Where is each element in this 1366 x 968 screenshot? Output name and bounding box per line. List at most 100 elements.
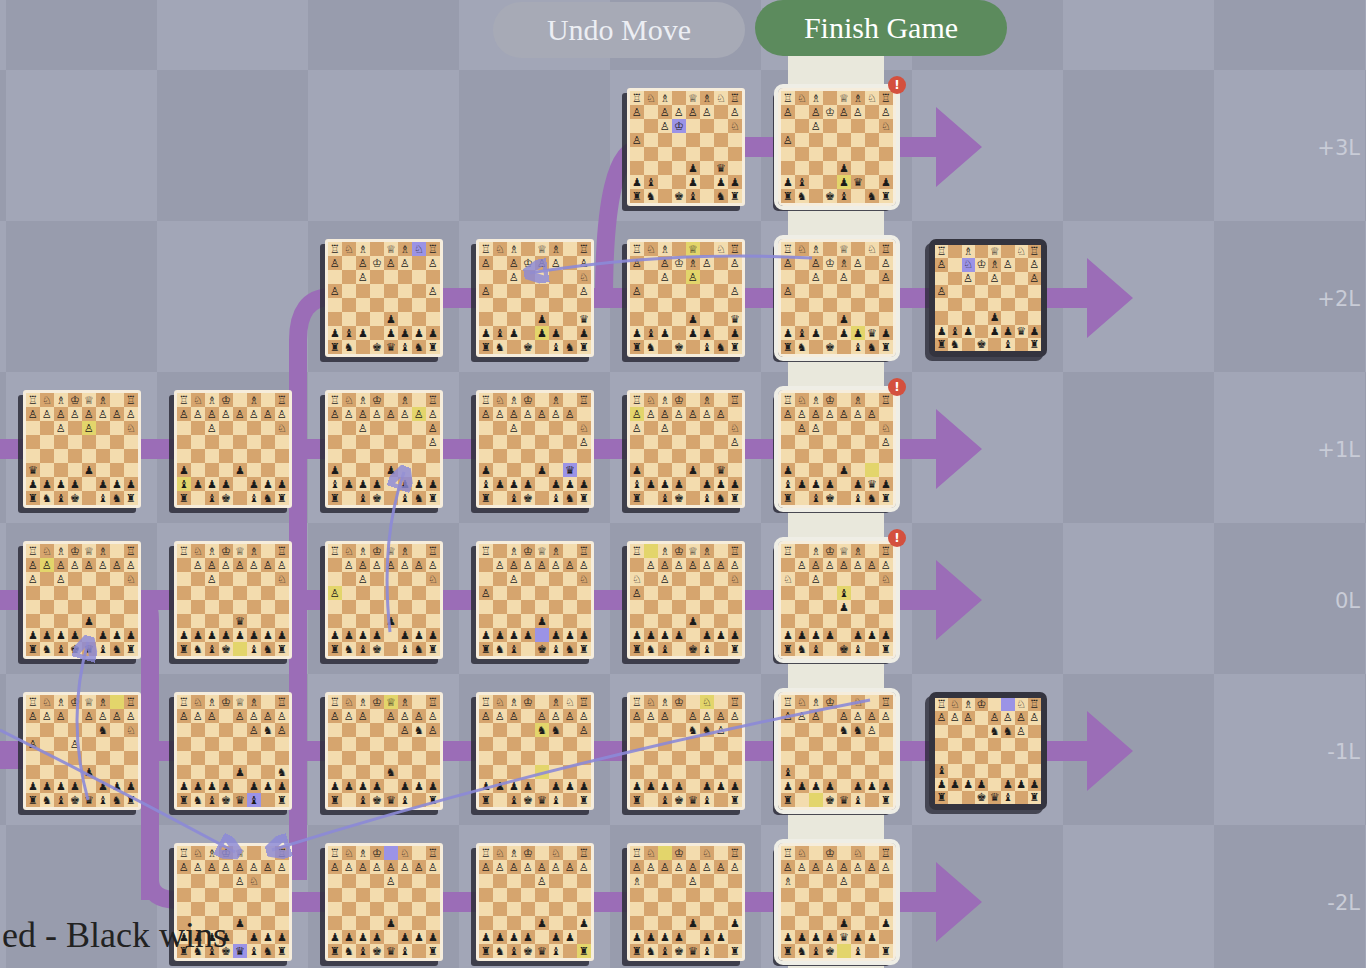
board-square[interactable] <box>342 765 356 779</box>
board-square[interactable] <box>412 888 426 902</box>
board-square[interactable] <box>370 723 384 737</box>
board-square[interactable] <box>823 175 837 189</box>
board-square[interactable] <box>507 874 521 888</box>
board-square[interactable] <box>809 435 823 449</box>
board-square[interactable] <box>205 600 219 614</box>
board-square[interactable] <box>493 270 507 284</box>
board-square[interactable]: ♙ <box>851 709 865 723</box>
board-square[interactable] <box>535 628 549 642</box>
board-square[interactable] <box>879 407 893 421</box>
board-square[interactable] <box>233 723 247 737</box>
board-square[interactable]: ♟ <box>630 628 644 642</box>
board-square[interactable] <box>823 298 837 312</box>
board-square[interactable] <box>948 791 961 804</box>
board-square[interactable]: ♘ <box>879 572 893 586</box>
board-square[interactable] <box>426 298 440 312</box>
board-square[interactable] <box>851 463 865 477</box>
board-square[interactable]: ♚ <box>672 189 686 203</box>
board-square[interactable]: ♗ <box>809 544 823 558</box>
board-square[interactable]: ♙ <box>630 284 644 298</box>
board-square[interactable] <box>521 600 535 614</box>
board-square[interactable] <box>700 421 714 435</box>
board-square[interactable]: ♗ <box>962 698 975 711</box>
board-square[interactable] <box>549 435 563 449</box>
board-square[interactable] <box>82 491 96 505</box>
board-square[interactable] <box>479 765 493 779</box>
board-square[interactable]: ♚ <box>219 491 233 505</box>
board-square[interactable]: ♝ <box>549 642 563 656</box>
board-square[interactable] <box>521 723 535 737</box>
board-square[interactable]: ♟ <box>935 325 948 338</box>
board-square[interactable] <box>672 463 686 477</box>
board-square[interactable]: ♛ <box>865 326 879 340</box>
board-square[interactable] <box>781 147 795 161</box>
board-square[interactable] <box>521 586 535 600</box>
board-square[interactable]: ♜ <box>630 642 644 656</box>
board-square[interactable]: ♚ <box>521 793 535 807</box>
board-square[interactable]: ♖ <box>328 393 342 407</box>
board-square[interactable]: ♜ <box>275 944 289 958</box>
board-square[interactable]: ♟ <box>837 312 851 326</box>
board-square[interactable]: ♜ <box>728 491 742 505</box>
board-square[interactable] <box>714 614 728 628</box>
board-square[interactable] <box>644 298 658 312</box>
board-square[interactable] <box>82 600 96 614</box>
board-square[interactable] <box>658 463 672 477</box>
board-square[interactable]: ♛ <box>837 793 851 807</box>
board-square[interactable] <box>851 147 865 161</box>
board-square[interactable]: ♘ <box>948 698 961 711</box>
board-square[interactable] <box>1001 764 1014 777</box>
board-square[interactable]: ♟ <box>412 628 426 642</box>
board-square[interactable] <box>644 572 658 586</box>
board-square[interactable]: ♟ <box>577 779 591 793</box>
chess-board[interactable]: ♖♘♗♕♗♘♖♙♙♔♙♙♙♙♘♙♟♟♝♟♛♟♜♞♚♝♞♜ <box>778 88 896 206</box>
board-square[interactable] <box>398 463 412 477</box>
board-square[interactable] <box>342 463 356 477</box>
board-square[interactable]: ♙ <box>110 558 124 572</box>
board-square[interactable] <box>795 765 809 779</box>
board-square[interactable]: ♞ <box>948 338 961 351</box>
board-square[interactable]: ♞ <box>275 765 289 779</box>
board-square[interactable] <box>191 723 205 737</box>
board-square[interactable]: ♙ <box>658 558 672 572</box>
board-square[interactable] <box>342 298 356 312</box>
board-square[interactable] <box>479 449 493 463</box>
board-square[interactable]: ♟ <box>823 628 837 642</box>
chess-board[interactable]: ♖♘♗♔♗♖♙♙♙♙♙♙♙♙♙♙♙♟♟♝♟♟♟♟♟♟♜♝♚♝♞♜ <box>325 390 443 508</box>
board-square[interactable]: ♞ <box>261 944 275 958</box>
board-square[interactable] <box>177 765 191 779</box>
board-square[interactable]: ♗ <box>356 544 370 558</box>
board-square[interactable]: ♗ <box>851 393 865 407</box>
board-square[interactable]: ♟ <box>728 326 742 340</box>
board-square[interactable] <box>384 393 398 407</box>
board-square[interactable] <box>795 600 809 614</box>
board-square[interactable] <box>658 133 672 147</box>
board-square[interactable]: ♖ <box>630 544 644 558</box>
board-square[interactable] <box>851 189 865 203</box>
board-square[interactable]: ♕ <box>384 242 398 256</box>
board-square[interactable]: ♟ <box>714 779 728 793</box>
board-square[interactable] <box>426 888 440 902</box>
board-square[interactable] <box>577 902 591 916</box>
board-square[interactable] <box>233 491 247 505</box>
board-square[interactable]: ♙ <box>781 709 795 723</box>
board-square[interactable] <box>261 695 275 709</box>
board-square[interactable] <box>577 888 591 902</box>
board-square[interactable]: ♙ <box>644 558 658 572</box>
board-square[interactable]: ♛ <box>1015 325 1028 338</box>
board-square[interactable]: ♙ <box>809 407 823 421</box>
board-square[interactable] <box>700 586 714 600</box>
board-square[interactable]: ♙ <box>809 572 823 586</box>
chess-board[interactable]: ♖♘♗♔♘♖♙♙♙♙♙♙♙♙♙♟♟♟♟♟♟♟♟♜♞♝♚♛♝♜ <box>476 843 594 961</box>
board-square[interactable] <box>110 544 124 558</box>
board-square[interactable]: ♟ <box>686 326 700 340</box>
board-square[interactable]: ♟ <box>728 628 742 642</box>
board-square[interactable] <box>1015 311 1028 324</box>
board-square[interactable] <box>865 435 879 449</box>
board-square[interactable]: ♙ <box>809 270 823 284</box>
board-square[interactable]: ♞ <box>686 723 700 737</box>
board-square[interactable] <box>275 463 289 477</box>
board-square[interactable]: ♙ <box>865 709 879 723</box>
board-square[interactable] <box>795 751 809 765</box>
board-square[interactable] <box>398 284 412 298</box>
